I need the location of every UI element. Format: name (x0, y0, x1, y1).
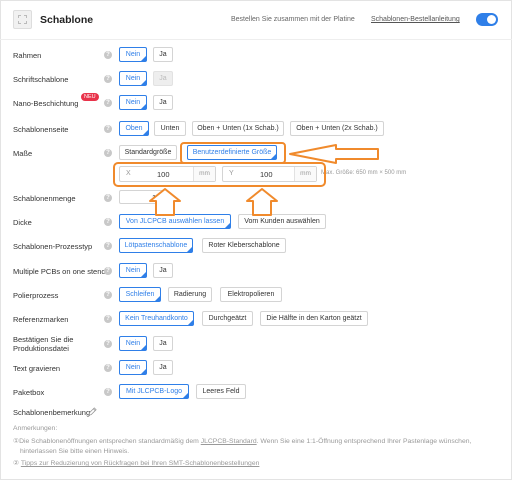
pencil-icon[interactable] (88, 407, 97, 416)
seite-option-oben-unten-1x[interactable]: Oben + Unten (1x Schab.) (192, 121, 284, 136)
polier-option-radierung[interactable]: Radierung (168, 287, 212, 302)
annotation-3-marker: ② (13, 460, 21, 467)
text-option-ja[interactable]: Ja (153, 360, 173, 375)
dicke-option-jlcpcb[interactable]: Von JLCPCB auswählen lassen (119, 214, 231, 229)
help-icon[interactable]: ? (104, 99, 112, 107)
annotation-line-2: hinterlassen Sie bitte einen Hinweis. (20, 448, 130, 455)
dimension-x-input[interactable]: X 100 mm (119, 166, 216, 182)
page-title: Schablone (40, 14, 94, 26)
quantity-input[interactable]: 1 (119, 190, 165, 204)
tips-link[interactable]: Tipps zur Reduzierung von Rückfragen bei… (21, 460, 260, 467)
help-icon[interactable]: ? (104, 149, 112, 157)
bestaetigen-option-nein[interactable]: Nein (119, 336, 147, 351)
bestaetigen-option-ja[interactable]: Ja (153, 336, 173, 351)
multiple-label: Multiple PCBs on one stencil (13, 267, 109, 276)
help-icon[interactable]: ? (104, 340, 112, 348)
quantity-value: 1 (152, 193, 157, 202)
dicke-option-kunde[interactable]: Vom Kunden auswählen (238, 214, 326, 229)
referenz-option-haelfte[interactable]: Die Hälfte in den Karton geätzt (260, 311, 368, 326)
max-size-hint: Max. Größe: 650 mm × 500 mm (321, 170, 407, 176)
text-option-nein[interactable]: Nein (119, 360, 147, 375)
stencil-guide-link[interactable]: Schablonen-Bestellanleitung (371, 16, 460, 23)
seite-option-oben[interactable]: Oben (119, 121, 149, 136)
jlcpcb-standard-link[interactable]: JLCPCB-Standard (201, 438, 257, 445)
schriftschablone-label: Schriftschablone (13, 75, 69, 84)
annotation-1-text-end: . Wenn Sie eine 1:1-Öffnung entsprechend… (256, 438, 472, 445)
nano-option-ja[interactable]: Ja (153, 95, 173, 110)
text-label: Text gravieren (13, 364, 61, 373)
help-icon[interactable]: ? (104, 267, 112, 275)
y-value: 100 (260, 170, 273, 179)
help-icon[interactable]: ? (104, 242, 112, 250)
multiple-option-nein[interactable]: Nein (119, 263, 147, 278)
annotation-line-1: ①Die Schablonenöffnungen entsprechen sta… (13, 437, 471, 445)
annotation-1-text: ①Die Schablonenöffnungen entsprechen sta… (13, 438, 201, 445)
seite-option-oben-unten-2x[interactable]: Oben + Unten (2x Schab.) (290, 121, 384, 136)
nano-label: Nano-Beschichtung (13, 99, 79, 108)
menge-label: Schablonenmenge (13, 194, 76, 203)
help-icon[interactable]: ? (104, 291, 112, 299)
referenz-option-durchgeaetzt[interactable]: Durchgeätzt (202, 311, 253, 326)
dimension-y-input[interactable]: Y 100 mm (222, 166, 317, 182)
help-icon[interactable]: ? (104, 388, 112, 396)
toggle-knob (487, 15, 496, 24)
x-value: 100 (157, 170, 170, 179)
prozess-option-loetpaste[interactable]: Lötpastenschablone (119, 238, 193, 253)
referenz-label: Referenzmarken (13, 315, 69, 324)
stencil-notes-label: Schablonenbemerkung (13, 408, 91, 417)
y-axis-label: Y (229, 170, 234, 177)
prozess-option-kleber[interactable]: Roter Kleberschablone (202, 238, 286, 253)
help-icon[interactable]: ? (104, 75, 112, 83)
stencil-logo-icon (13, 10, 32, 29)
order-hint: Bestellen Sie zusammen mit der Platine (231, 16, 355, 23)
masse-option-standard[interactable]: Standardgröße (119, 145, 177, 160)
paketbox-option-leer[interactable]: Leeres Feld (196, 384, 246, 399)
help-icon[interactable]: ? (104, 315, 112, 323)
nano-option-nein[interactable]: Nein (119, 95, 147, 110)
stencil-header: Schablone Bestellen Sie zusammen mit der… (0, 0, 512, 40)
paketbox-label: Paketbox (13, 388, 45, 397)
seite-option-unten[interactable]: Unten (154, 121, 186, 136)
masse-option-custom[interactable]: Benutzerdefinierte Größe (187, 145, 277, 160)
masse-label: Maße (13, 149, 33, 158)
rahmen-option-nein[interactable]: Nein (119, 47, 147, 62)
polier-option-schleifen[interactable]: Schleifen (119, 287, 161, 302)
x-axis-label: X (126, 170, 131, 177)
annotations-title: Anmerkungen: (13, 425, 58, 432)
annotation-line-3: ② Tipps zur Reduzierung von Rückfragen b… (13, 459, 259, 467)
rahmen-label: Rahmen (13, 51, 42, 60)
referenz-option-kein[interactable]: Kein Treuhandkonto (119, 311, 194, 326)
prozess-label: Schablonen-Prozesstyp (13, 242, 93, 251)
paketbox-option-logo[interactable]: Mit JLCPCB-Logo (119, 384, 189, 399)
schriftschablone-option-nein[interactable]: Nein (119, 71, 147, 86)
bestaetigen-label-2: Produktionsdatei (13, 344, 69, 353)
help-icon[interactable]: ? (104, 364, 112, 372)
help-icon[interactable]: ? (104, 51, 112, 59)
help-icon[interactable]: ? (104, 125, 112, 133)
polier-label: Polierprozess (13, 291, 59, 300)
order-with-pcb-toggle[interactable] (476, 13, 498, 26)
help-icon[interactable]: ? (104, 218, 112, 226)
bestaetigen-label-1: Bestätigen Sie die (13, 335, 74, 344)
help-icon[interactable]: ? (104, 194, 112, 202)
polier-option-elektropolieren[interactable]: Elektropolieren (220, 287, 282, 302)
x-unit: mm (193, 167, 215, 181)
dicke-label: Dicke (13, 218, 32, 227)
schriftschablone-option-ja: Ja (153, 71, 173, 86)
seite-label: Schablonenseite (13, 125, 69, 134)
new-badge: NEU (81, 93, 99, 101)
y-unit: mm (294, 167, 316, 181)
rahmen-option-ja[interactable]: Ja (153, 47, 173, 62)
multiple-option-ja[interactable]: Ja (153, 263, 173, 278)
